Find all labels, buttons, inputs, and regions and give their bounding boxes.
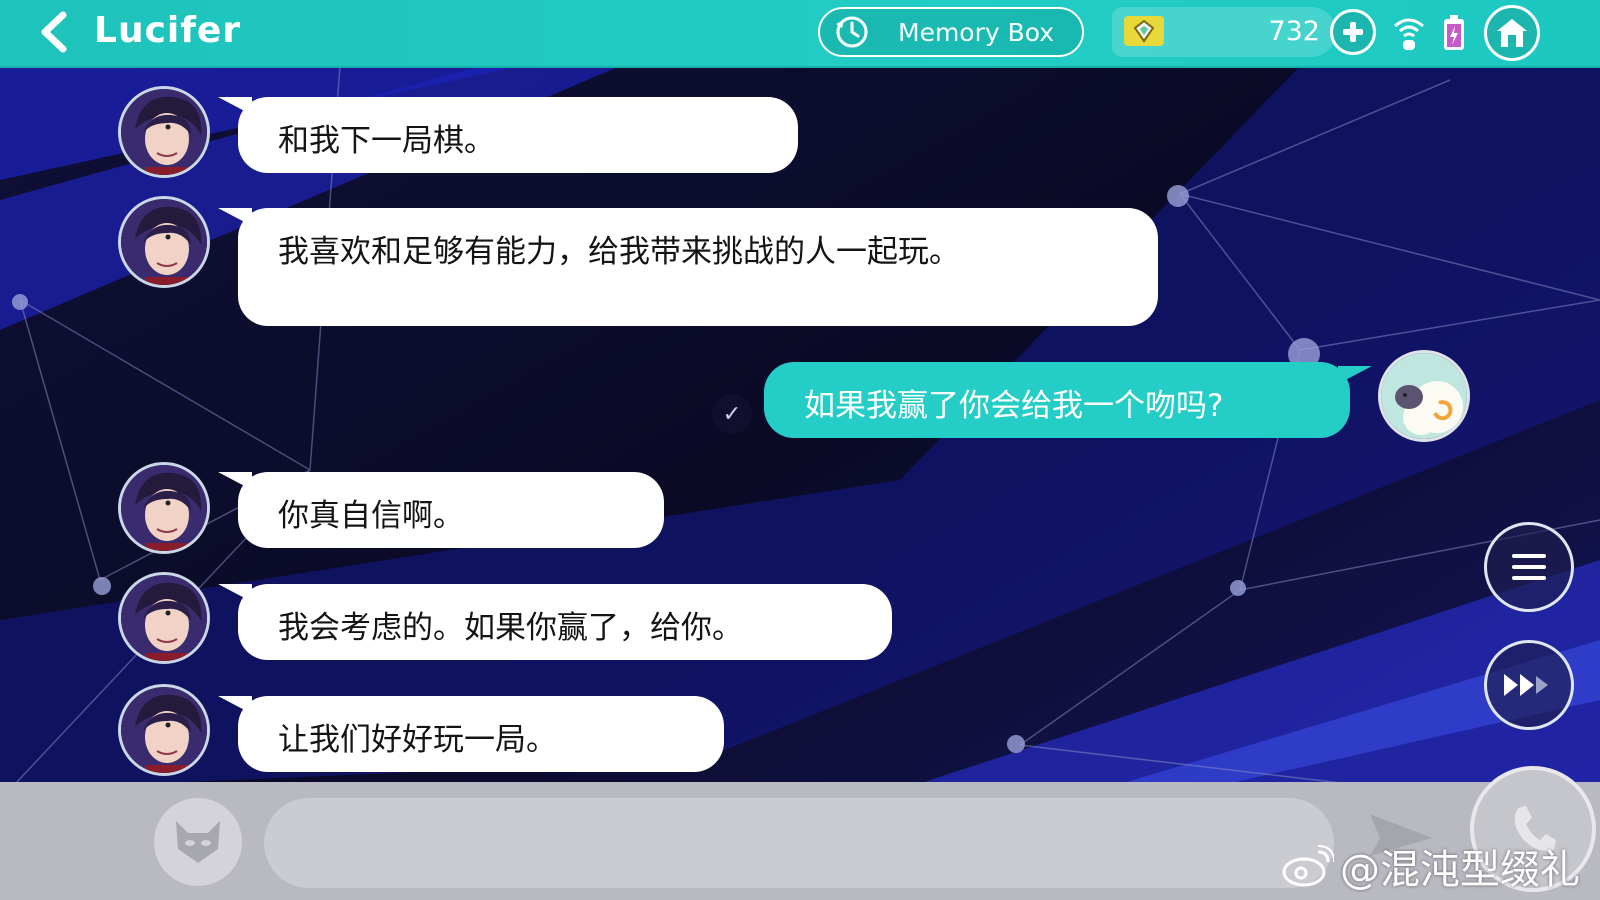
memory-box-button[interactable]: Memory Box — [818, 7, 1084, 57]
fast-forward-button[interactable] — [1484, 640, 1574, 730]
memory-box-label: Memory Box — [898, 17, 1055, 47]
message-bubble-lucifer: 我喜欢和足够有能力，给我带来挑战的人一起玩。 — [218, 208, 1158, 326]
player-avatar — [1378, 350, 1470, 442]
avatar — [118, 196, 210, 288]
message-text: 你真自信啊。 — [278, 498, 464, 534]
read-check-icon: ✓ — [712, 394, 752, 434]
menu-icon — [1512, 554, 1546, 580]
avatar — [118, 462, 210, 554]
message-text: 我喜欢和足够有能力，给我带来挑战的人一起玩。 — [278, 234, 960, 270]
watermark-text: @混沌型缀礼 — [1340, 847, 1580, 893]
add-currency-button[interactable] — [1330, 9, 1376, 55]
home-icon — [1497, 19, 1527, 47]
plus-icon — [1343, 22, 1363, 42]
message-bubble-lucifer: 让我们好好玩一局。 — [218, 696, 724, 772]
message-bubble-lucifer: 我会考虑的。如果你赢了，给你。 — [218, 584, 892, 660]
message-bubble-lucifer: 你真自信啊。 — [218, 472, 664, 548]
message-text: 我会考虑的。如果你赢了，给你。 — [278, 610, 743, 646]
avatar — [118, 86, 210, 178]
watermark: @混沌型缀礼 — [1282, 840, 1580, 893]
currency-amount: 732 — [1268, 16, 1320, 47]
wifi-icon — [1394, 18, 1424, 50]
home-button[interactable] — [1484, 5, 1540, 61]
battery-charging-icon — [1444, 15, 1464, 50]
message-bubble-player: 如果我赢了你会给我一个吻吗? — [764, 362, 1372, 438]
top-bar: Lucifer Memory Box 732 — [0, 0, 1600, 68]
chat-title: Lucifer — [94, 10, 242, 51]
message-text: 和我下一局棋。 — [278, 123, 495, 159]
weibo-logo-icon — [1282, 845, 1334, 887]
demon-face-icon — [176, 821, 220, 863]
message-text: 如果我赢了你会给我一个吻吗? — [804, 388, 1224, 424]
avatar — [118, 684, 210, 776]
message-text: 让我们好好玩一局。 — [278, 722, 557, 758]
history-clock-icon — [832, 12, 872, 52]
gem-icon — [1124, 16, 1164, 46]
message-input[interactable] — [264, 798, 1334, 888]
menu-button[interactable] — [1484, 522, 1574, 612]
message-bubble-lucifer: 和我下一局棋。 — [218, 97, 798, 173]
sticker-button[interactable] — [154, 798, 242, 886]
currency-display: 732 — [1112, 7, 1336, 57]
chevron-left-icon — [41, 11, 67, 53]
chat-screen: Lucifer Memory Box 732 和我下一局棋。 我喜欢和足够有能力… — [0, 0, 1600, 900]
back-button[interactable] — [36, 10, 72, 54]
avatar — [118, 572, 210, 664]
fast-forward-icon — [1504, 674, 1548, 696]
